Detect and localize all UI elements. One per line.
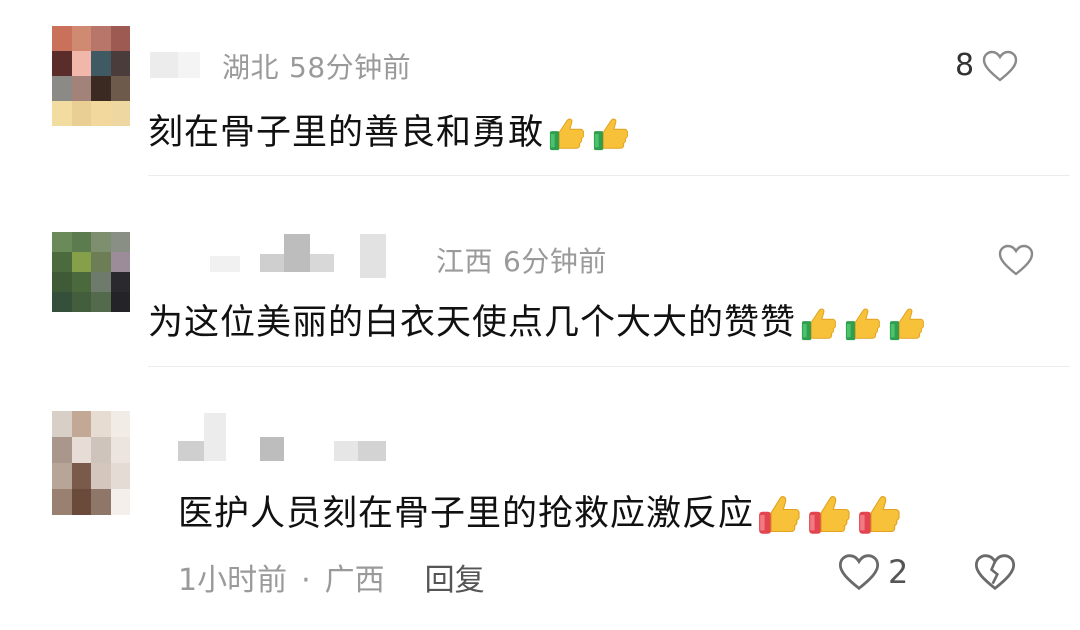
thumbs-up-icon [809, 496, 850, 534]
comment-text: 刻在骨子里的善良和勇敢 [148, 104, 630, 155]
thumbs-up-icon [759, 496, 800, 534]
heart-icon [998, 244, 1034, 276]
location-label: 湖北 [222, 51, 280, 84]
comment-body: 为这位美丽的白衣天使点几个大大的赞赞 [148, 303, 797, 343]
comment-text: 医护人员刻在骨子里的抢救应激反应 [178, 485, 902, 537]
broken-heart-icon [974, 554, 1016, 591]
like-count: 8 [955, 48, 975, 83]
comment-item: 医护人员刻在骨子里的抢救应激反应 1小时前 · 广西 回复 2 [0, 367, 1080, 630]
like-button[interactable]: 2 [838, 553, 908, 591]
dislike-button[interactable] [974, 553, 1016, 591]
comment-body: 医护人员刻在骨子里的抢救应激反应 [178, 494, 755, 534]
comment-body: 刻在骨子里的善良和勇敢 [148, 113, 545, 153]
comment-item: 江西 6分钟前 为这位美丽的白衣天使点几个大大的赞赞 [0, 176, 1080, 366]
reply-button[interactable]: 回复 [425, 563, 485, 598]
like-button[interactable]: 8 [955, 48, 1018, 83]
thumbs-up-icon [549, 118, 585, 151]
heart-icon [838, 554, 880, 591]
like-button[interactable] [990, 244, 1034, 276]
thumbs-up-icon [593, 118, 629, 151]
username-blurred[interactable] [150, 234, 430, 280]
emoji-row [758, 493, 902, 537]
comment-meta: 江西 6分钟前 [436, 240, 607, 280]
location-label: 广西 [324, 563, 385, 598]
separator: · [301, 563, 311, 598]
emoji-row [800, 305, 926, 343]
comment-text: 为这位美丽的白衣天使点几个大大的赞赞 [148, 294, 926, 345]
avatar[interactable] [52, 232, 130, 312]
comment-meta: 湖北 58分钟前 [222, 46, 411, 86]
timestamp: 58分钟前 [289, 51, 412, 84]
like-count: 2 [888, 553, 909, 591]
thumbs-up-icon [889, 308, 925, 341]
location-label: 江西 [436, 245, 494, 278]
timestamp: 6分钟前 [503, 245, 607, 278]
username-blurred[interactable] [178, 413, 398, 463]
comment-item: 湖北 58分钟前 8 刻在骨子里的善良和勇敢 [0, 0, 1080, 176]
emoji-row [548, 115, 630, 153]
thumbs-up-icon [801, 308, 837, 341]
avatar[interactable] [52, 411, 130, 515]
avatar[interactable] [52, 26, 130, 126]
username-blurred[interactable] [150, 52, 210, 78]
comment-footer: 1小时前 · 广西 回复 [178, 555, 485, 599]
heart-icon [982, 50, 1018, 82]
thumbs-up-icon [845, 308, 881, 341]
thumbs-up-icon [859, 496, 900, 534]
timestamp: 1小时前 [178, 563, 288, 598]
